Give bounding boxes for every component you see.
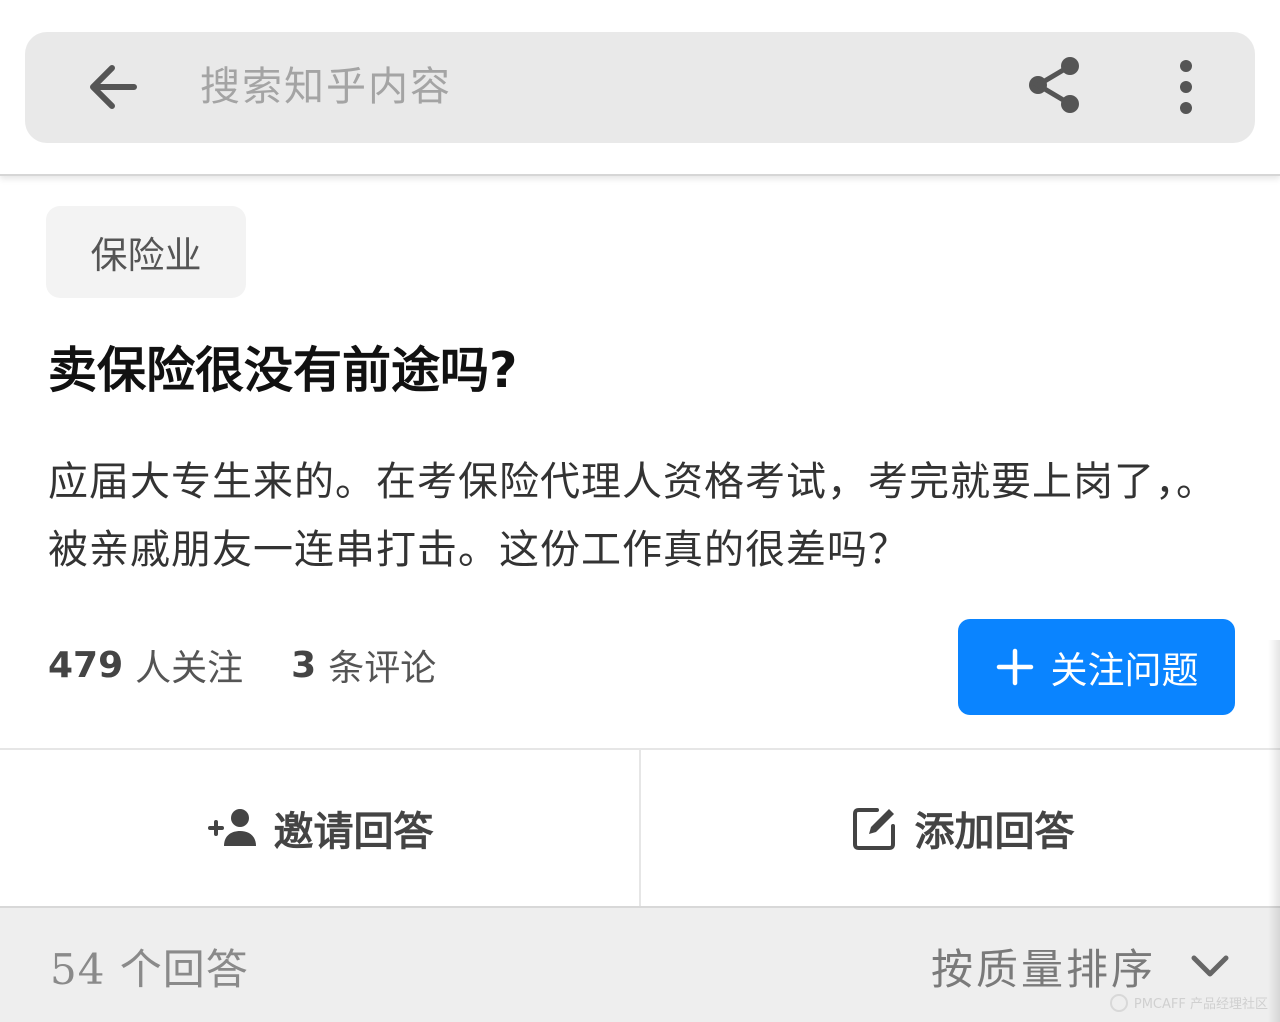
watermark-text: PMCAFF 产品经理社区 xyxy=(1133,997,1268,1012)
edge-shadow xyxy=(1268,640,1280,1022)
follow-question-label: 关注问题 xyxy=(1050,649,1199,692)
more-vertical-icon[interactable] xyxy=(1168,56,1204,118)
followers-label: 人关注 xyxy=(135,648,244,689)
sort-label: 按质量排序 xyxy=(930,944,1156,994)
comments-count: 3 xyxy=(291,644,317,686)
question-stats: 479 人关注 3 条评论 xyxy=(48,632,436,698)
follow-question-button[interactable]: 关注问题 xyxy=(958,619,1235,715)
plus-icon xyxy=(996,648,1033,686)
share-icon[interactable] xyxy=(1024,54,1086,116)
watermark-logo-icon xyxy=(1109,993,1128,1012)
invite-answer-button[interactable]: 邀请回答 xyxy=(0,750,639,906)
invite-answer-label: 邀请回答 xyxy=(273,809,434,855)
top-bar: 搜索知乎内容 xyxy=(0,0,1280,176)
answer-actions: 邀请回答 添加回答 xyxy=(0,748,1280,906)
person-add-icon xyxy=(207,809,256,846)
add-answer-button[interactable]: 添加回答 xyxy=(639,750,1280,906)
watermark: PMCAFF 产品经理社区 xyxy=(1109,993,1268,1012)
add-answer-label: 添加回答 xyxy=(914,809,1075,855)
topic-tag[interactable]: 保险业 xyxy=(46,206,246,298)
question-detail[interactable]: 应届大专生来的。在考保险代理人资格考试，考完就要上岗了，。被亲戚朋友一连串打击。… xyxy=(48,448,1238,584)
search-input[interactable]: 搜索知乎内容 xyxy=(200,56,452,118)
arrow-back-icon[interactable] xyxy=(84,58,142,116)
question-title: 卖保险很没有前途吗? xyxy=(48,342,518,399)
answers-bar: 54 个回答 按质量排序 xyxy=(0,906,1280,1022)
followers-count: 479 xyxy=(48,644,124,686)
chevron-down-icon xyxy=(1191,955,1229,977)
answers-count: 54 个回答 xyxy=(50,945,249,994)
edit-icon xyxy=(852,808,895,850)
sort-dropdown[interactable]: 按质量排序 xyxy=(931,934,1232,998)
comments-link[interactable]: 3 条评论 xyxy=(291,639,436,691)
question-page: 搜索知乎内容 保险业 卖保险很没有前途吗? 应届大专生来的。在考保险代理人资格考… xyxy=(0,0,1280,1022)
comments-label: 条评论 xyxy=(328,648,437,689)
